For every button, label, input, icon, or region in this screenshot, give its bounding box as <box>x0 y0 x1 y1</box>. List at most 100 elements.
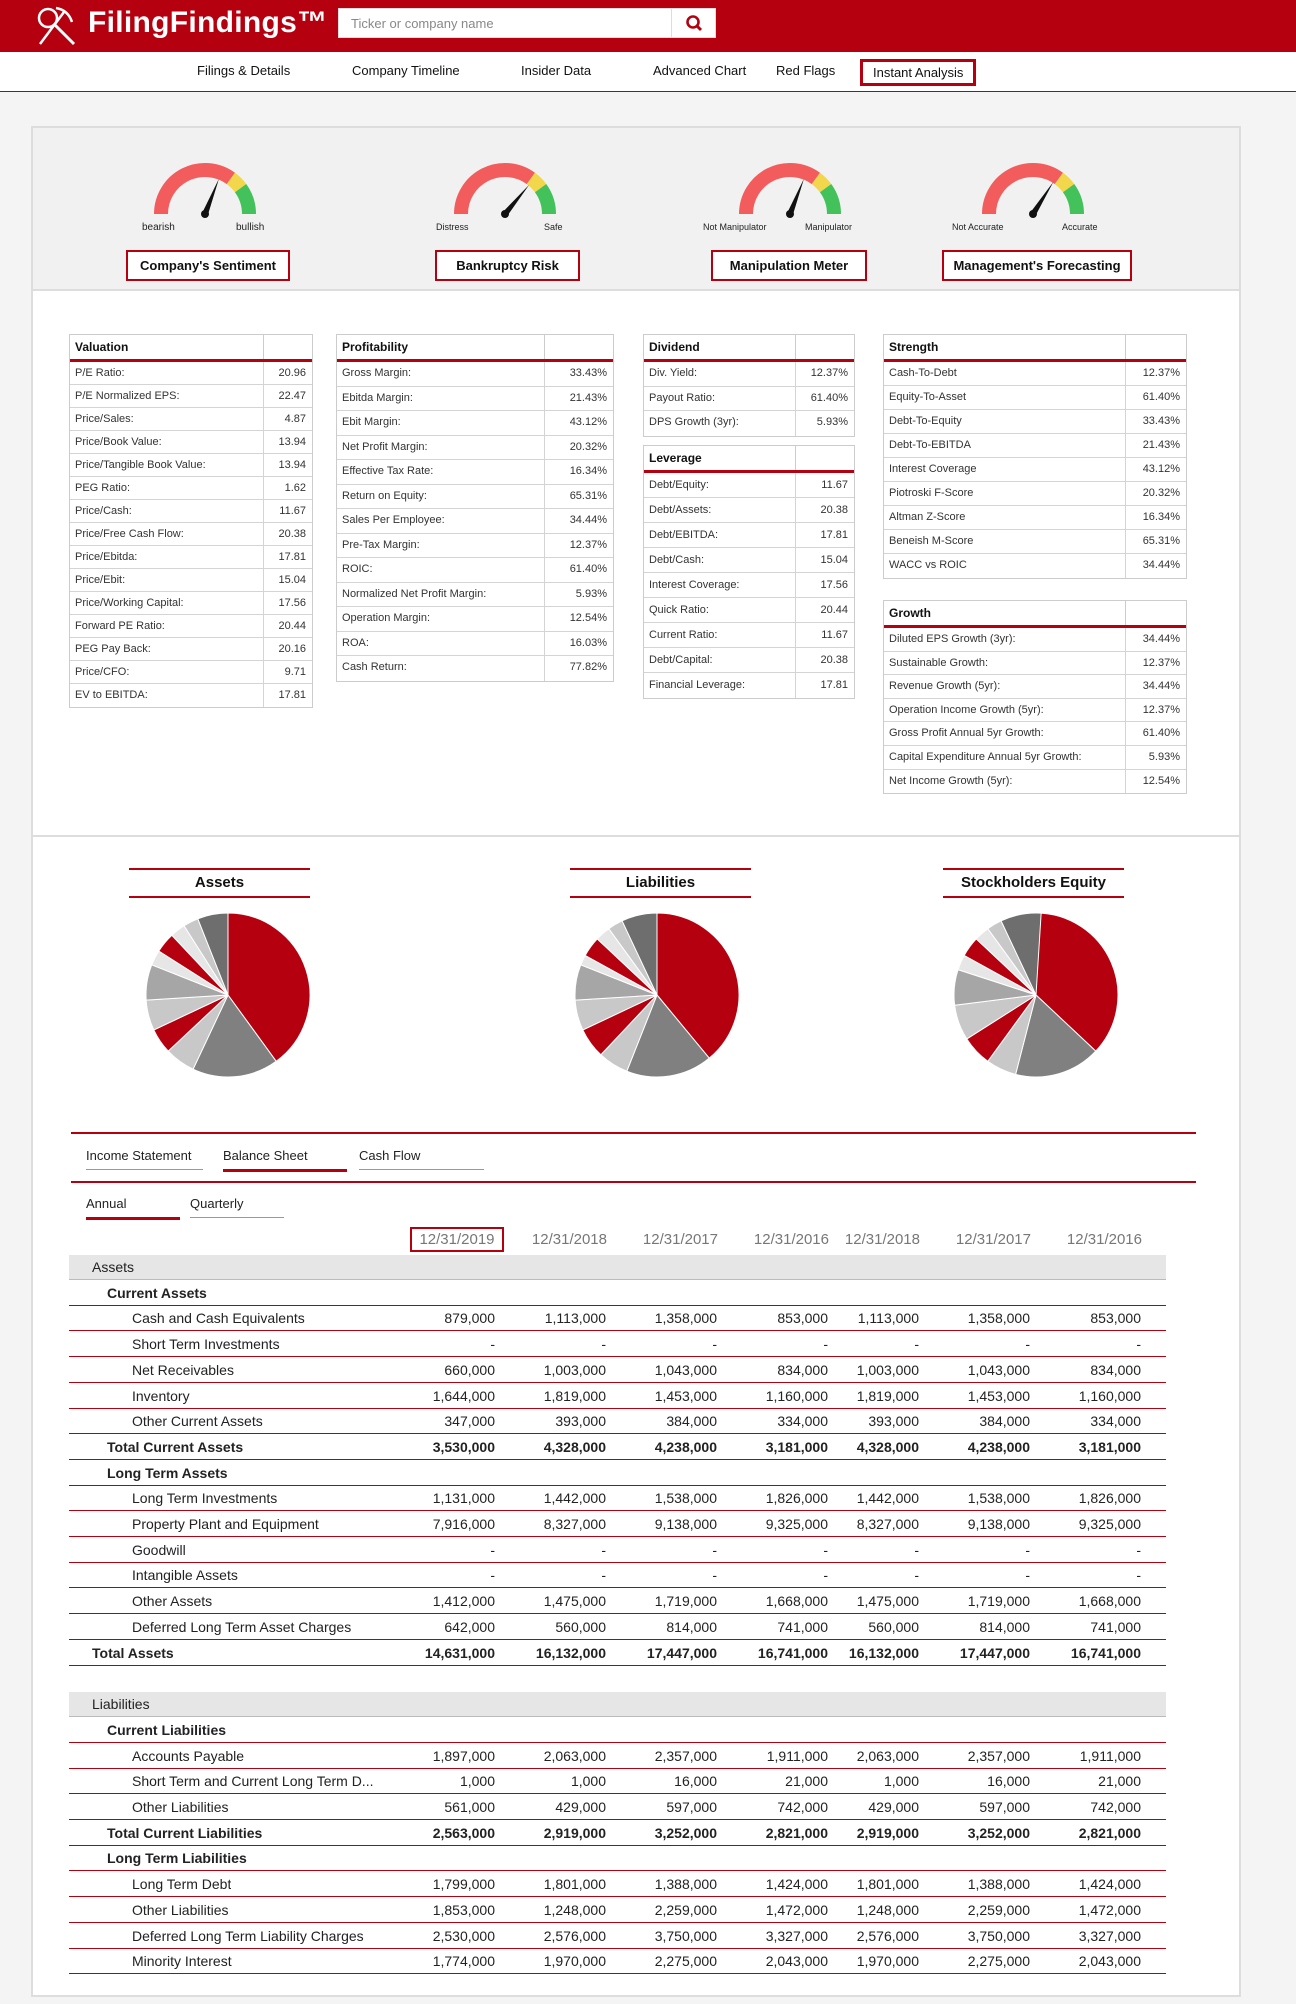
cell-value: 3,750,000 <box>967 1927 1030 1944</box>
subsection-row: Current Assets <box>69 1281 1166 1306</box>
table-row: Intangible Assets - - - - - - - <box>69 1563 1166 1589</box>
metric-value: 20.16 <box>278 643 306 655</box>
search-input[interactable] <box>339 9 671 37</box>
tab-quarterly[interactable]: Quarterly <box>190 1196 284 1218</box>
metric-label: Price/Working Capital: <box>70 592 264 614</box>
metric-row: Quick Ratio: 20.44 <box>644 598 854 623</box>
cell-value: 560,000 <box>555 1618 606 1635</box>
cell-value: 1,668,000 <box>1078 1593 1141 1610</box>
metric-row: Forward PE Ratio: 20.44 <box>70 615 312 638</box>
table-row: Cash and Cash Equivalents 879,000 1,113,00… <box>69 1306 1166 1332</box>
metric-label: Ebit Margin: <box>337 411 545 435</box>
row-label: Liabilities <box>92 1696 150 1713</box>
row-label: Long Term Debt <box>132 1876 232 1893</box>
row-label: Inventory <box>132 1387 190 1404</box>
metric-row: Price/Working Capital: 17.56 <box>70 592 312 615</box>
management-forecasting-button[interactable]: Management's Forecasting <box>942 250 1132 281</box>
company-sentiment-button[interactable]: Company's Sentiment <box>126 250 290 281</box>
metric-row: Cash-To-Debt 12.37% <box>884 362 1186 386</box>
metric-value: 20.38 <box>278 528 306 540</box>
cell-value: 16,000 <box>674 1773 717 1790</box>
cell-value: 3,327,000 <box>1078 1927 1141 1944</box>
column-header[interactable]: 12/31/2016 <box>1052 1231 1142 1248</box>
cell-value: 1,970,000 <box>543 1953 606 1970</box>
cell-value: 8,327,000 <box>543 1516 606 1532</box>
nav-red-flags[interactable]: Red Flags <box>776 63 835 78</box>
metric-label: Operation Margin: <box>337 607 545 631</box>
cell-value: 1,538,000 <box>967 1490 1030 1507</box>
row-label: Short Term Investments <box>132 1336 280 1353</box>
cell-value: 347,000 <box>444 1413 495 1430</box>
app-logo-text[interactable]: FilingFindings™ <box>88 6 327 40</box>
tab-annual[interactable]: Annual <box>86 1196 180 1220</box>
nav-filings-details[interactable]: Filings & Details <box>197 63 290 78</box>
cell-value: 16,000 <box>987 1773 1030 1790</box>
cell-value: 597,000 <box>979 1799 1030 1815</box>
tab-cash-flow[interactable]: Cash Flow <box>359 1148 484 1170</box>
cell-value: 429,000 <box>868 1799 919 1815</box>
metric-value: 20.96 <box>278 367 306 379</box>
column-header[interactable]: 12/31/2018 <box>830 1231 920 1248</box>
metric-label: DPS Growth (3yr): <box>644 411 796 436</box>
cell-value: 1,719,000 <box>967 1593 1030 1610</box>
cell-value: 1,897,000 <box>432 1747 495 1764</box>
metric-row: P/E Ratio: 20.96 <box>70 362 312 385</box>
cell-value: 2,275,000 <box>654 1953 717 1970</box>
gauge-left-label: Distress <box>436 222 469 232</box>
column-header[interactable]: 12/31/2018 <box>517 1231 607 1248</box>
metric-label: Return on Equity: <box>337 484 545 508</box>
search-button[interactable] <box>671 9 715 37</box>
metric-row: Price/Book Value: 13.94 <box>70 431 312 454</box>
tabs-bottom-divider <box>71 1181 1196 1183</box>
column-header[interactable]: 12/31/2017 <box>941 1231 1031 1248</box>
metric-row: Sustainable Growth: 12.37% <box>884 651 1186 676</box>
cell-value: 879,000 <box>444 1310 495 1327</box>
metric-row: Sales Per Employee: 34.44% <box>337 509 613 534</box>
row-label: Current Assets <box>107 1284 207 1301</box>
gauge-right-label: Safe <box>544 222 563 232</box>
tab-income-statement[interactable]: Income Statement <box>86 1148 203 1170</box>
nav-company-timeline[interactable]: Company Timeline <box>352 63 460 78</box>
nav-advanced-chart[interactable]: Advanced Chart <box>653 63 746 78</box>
metric-value: 61.40% <box>1142 391 1180 403</box>
cell-value: 1,826,000 <box>765 1490 828 1507</box>
nav-insider-data[interactable]: Insider Data <box>521 63 591 78</box>
cell-value: 16,741,000 <box>757 1644 828 1661</box>
metric-label: Forward PE Ratio: <box>70 615 264 637</box>
bankruptcy-risk-button[interactable]: Bankruptcy Risk <box>435 250 580 281</box>
manipulation-meter-button[interactable]: Manipulation Meter <box>711 250 867 281</box>
tab-balance-sheet[interactable]: Balance Sheet <box>223 1148 347 1172</box>
cell-value: 1,424,000 <box>765 1876 828 1893</box>
column-header[interactable]: 12/31/2016 <box>739 1231 829 1248</box>
metric-label: Payout Ratio: <box>644 386 796 410</box>
gauge-yellow-arc <box>526 172 547 193</box>
metric-value: 16.34% <box>569 465 607 477</box>
metric-label: P/E Normalized EPS: <box>70 385 264 407</box>
column-header[interactable]: 12/31/2019 <box>410 1227 504 1252</box>
column-header[interactable]: 12/31/2017 <box>628 1231 718 1248</box>
metric-value: 20.38 <box>820 504 848 516</box>
table-row: Long Term Debt 1,799,000 1,801,000 1,388,00… <box>69 1872 1166 1898</box>
nav-instant-analysis[interactable]: Instant Analysis <box>860 59 977 86</box>
cell-value: 21,000 <box>785 1773 828 1790</box>
metric-value: 5.93% <box>575 587 607 600</box>
table-row: Deferred Long Term Asset Charges 642,000 5… <box>69 1615 1166 1640</box>
cell-value: 1,248,000 <box>856 1901 919 1918</box>
row-label: Other Assets <box>132 1593 213 1610</box>
metric-label: Cash-To-Debt <box>884 362 1126 385</box>
cell-value: - <box>1136 1567 1141 1584</box>
cell-value: 1,424,000 <box>1078 1876 1141 1893</box>
liabilities-pie-title: Liabilities <box>570 868 751 898</box>
cell-value: 1,388,000 <box>967 1876 1030 1893</box>
metric-value: 12.37% <box>1142 703 1180 716</box>
cell-value: 1,853,000 <box>432 1901 495 1918</box>
metric-value: 16.03% <box>569 636 607 649</box>
section-row: Assets <box>69 1255 1166 1280</box>
metric-value: 17.81 <box>278 689 306 701</box>
cell-value: 1,358,000 <box>967 1310 1030 1327</box>
cell-value: 2,821,000 <box>765 1824 828 1841</box>
cell-value: 16,132,000 <box>848 1644 919 1661</box>
metric-row: Price/Ebit: 15.04 <box>70 569 312 592</box>
cell-value: 384,000 <box>979 1413 1030 1430</box>
metric-label: ROIC: <box>337 558 545 582</box>
